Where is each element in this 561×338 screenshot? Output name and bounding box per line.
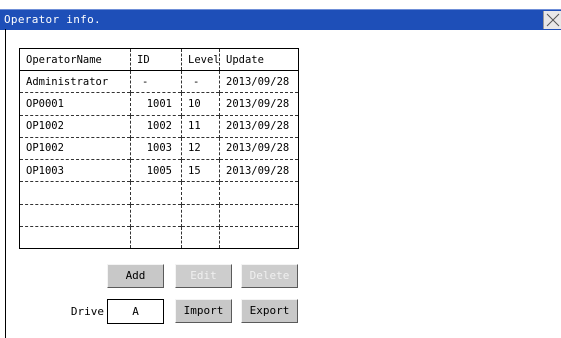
column-header-operator-name[interactable]: OperatorName [19, 48, 131, 72]
cell-id: 1001 [130, 92, 182, 116]
operator-info-window: Operator info. OperatorName ID Level Upd… [0, 0, 561, 338]
drive-field[interactable]: A [107, 299, 164, 324]
cell-operator-name: OP1002 [19, 136, 131, 160]
title-bar: Operator info. [0, 9, 561, 30]
cell-id: 1003 [130, 136, 182, 160]
table-row[interactable]: OP1002 1003 12 2013/09/28 [19, 136, 299, 160]
column-header-id[interactable]: ID [130, 48, 182, 72]
empty-table-row[interactable] [19, 181, 299, 205]
table-row[interactable]: OP1003 1005 15 2013/09/28 [19, 159, 299, 182]
operator-table: OperatorName ID Level Update Administrat… [19, 48, 299, 249]
window-title: Operator info. [4, 13, 101, 26]
window-left-border [5, 29, 6, 338]
add-button[interactable]: Add [107, 264, 164, 288]
delete-button[interactable]: Delete [241, 264, 298, 288]
drive-label: Drive [70, 305, 104, 318]
cell-update: 2013/09/28 [219, 114, 299, 138]
cell-id: - [130, 70, 182, 93]
cell-operator-name: OP0001 [19, 92, 131, 116]
cell-operator-name: OP1003 [19, 159, 131, 182]
cell-level: - [181, 70, 220, 93]
close-button[interactable] [543, 11, 561, 29]
export-button[interactable]: Export [241, 299, 298, 323]
cell-update: 2013/09/28 [219, 70, 299, 93]
cell-level: 15 [181, 159, 220, 182]
empty-table-row[interactable] [19, 225, 299, 249]
cell-update: 2013/09/28 [219, 136, 299, 160]
cell-operator-name: OP1002 [19, 114, 131, 138]
cell-level: 12 [181, 136, 220, 160]
column-header-level[interactable]: Level [181, 48, 220, 72]
cell-level: 11 [181, 114, 220, 138]
table-header-row: OperatorName ID Level Update [19, 48, 299, 72]
column-header-update[interactable]: Update [219, 48, 299, 72]
table-row[interactable]: Administrator - - 2013/09/28 [19, 70, 299, 93]
table-row[interactable]: OP0001 1001 10 2013/09/28 [19, 92, 299, 116]
table-row[interactable]: OP1002 1002 11 2013/09/28 [19, 114, 299, 138]
empty-table-row[interactable] [19, 203, 299, 227]
cell-id: 1002 [130, 114, 182, 138]
edit-button[interactable]: Edit [175, 264, 232, 288]
cell-update: 2013/09/28 [219, 159, 299, 182]
cell-id: 1005 [130, 159, 182, 182]
cell-operator-name: Administrator [19, 70, 131, 93]
import-button[interactable]: Import [175, 299, 232, 323]
cell-update: 2013/09/28 [219, 92, 299, 116]
cell-level: 10 [181, 92, 220, 116]
close-icon [546, 13, 560, 27]
